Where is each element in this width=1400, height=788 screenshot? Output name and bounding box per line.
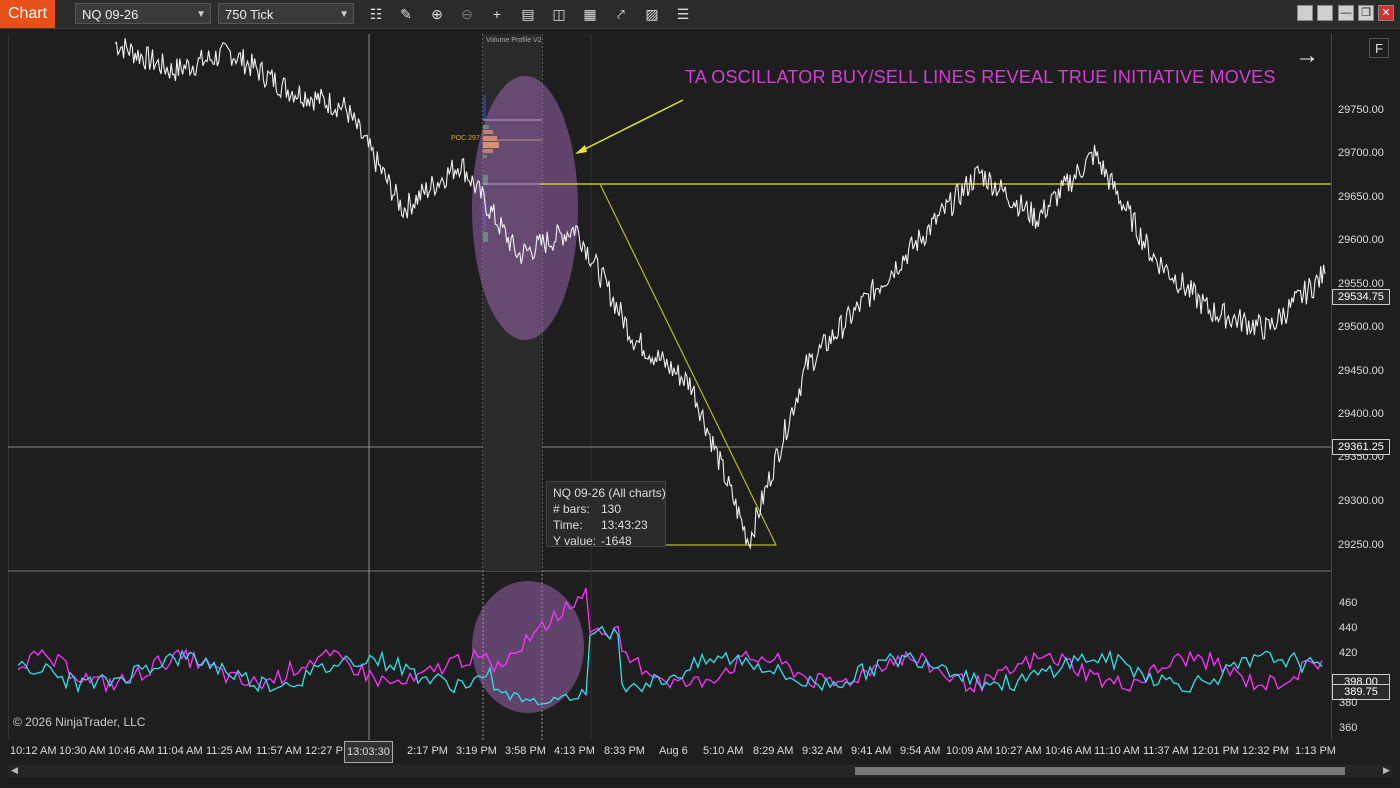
time-axis-label: 11:37 AM	[1143, 745, 1189, 757]
time-axis-label: 1:13 PM	[1295, 745, 1336, 757]
time-axis-label: 9:32 AM	[802, 745, 843, 757]
time-axis-label: 10:46 AM	[108, 745, 155, 757]
time-axis-label: 5:10 AM	[703, 745, 744, 757]
osc-axis-label: 440	[1339, 622, 1358, 634]
time-axis-label: 8:29 AM	[753, 745, 794, 757]
time-axis-label: 10:12 AM	[10, 745, 57, 757]
price-axis-label: 29600.00	[1338, 234, 1384, 246]
osc-axis-label: 360	[1339, 722, 1358, 734]
oscillator-sell-line	[17, 587, 1323, 694]
time-axis-label: 11:04 AM	[157, 745, 203, 757]
osc-axis-label: 380	[1339, 697, 1358, 709]
volume-profile-label: Volume Profile V2	[486, 37, 542, 44]
osc-axis-label: 460	[1339, 597, 1358, 609]
time-axis-label: 10:46 AM	[1045, 745, 1092, 757]
price-axis-label: 29700.00	[1338, 147, 1384, 159]
annotation-arrow	[578, 99, 684, 153]
data-tooltip: NQ 09-26 (All charts) # bars: 130 Time: 13…	[546, 481, 666, 548]
arrow-right-icon[interactable]: →	[1295, 42, 1319, 70]
tooltip-key: Time:	[553, 518, 583, 532]
price-axis-label: 29750.00	[1338, 104, 1384, 116]
tooltip-value: 13:43:23	[601, 518, 648, 532]
poc-label: POC 297	[451, 135, 480, 142]
time-axis-label: 3:58 PM	[505, 745, 546, 757]
oscillator-buy-line	[17, 625, 1323, 706]
scroll-right-icon[interactable]: ▶	[1383, 765, 1390, 776]
price-axis-label: 29450.00	[1338, 365, 1384, 377]
time-axis-label: 12:32 PM	[1242, 745, 1290, 757]
time-axis-label: 12:27 P	[305, 745, 343, 757]
tooltip-title: NQ 09-26 (All charts)	[553, 486, 666, 500]
time-axis-label: 10:09 AM	[946, 745, 993, 757]
time-axis-label: 4:13 PM	[554, 745, 595, 757]
time-axis-label: 9:54 AM	[900, 745, 941, 757]
scroll-left-icon[interactable]: ◀	[11, 765, 18, 776]
copyright-text: © 2026 NinjaTrader, LLC	[13, 715, 146, 729]
time-axis-label: 3:19 PM	[456, 745, 497, 757]
time-axis-label: 10:30 AM	[59, 745, 106, 757]
price-axis-label: 29250.00	[1338, 539, 1384, 551]
tooltip-value: 130	[601, 502, 622, 516]
highlight-ellipse	[472, 581, 584, 713]
tooltip-key: # bars:	[553, 502, 590, 516]
time-axis-label: 11:57 AM	[256, 745, 302, 757]
time-axis-label: Aug 6	[659, 745, 688, 757]
time-axis-label: 11:25 AM	[206, 745, 252, 757]
annotation-text: TA OSCILLATOR BUY/SELL LINES REVEAL TRUE…	[685, 67, 1276, 87]
price-axis-label: 29400.00	[1338, 408, 1384, 420]
price-axis-label: 29300.00	[1338, 495, 1384, 507]
time-axis-label: 10:27 AM	[995, 745, 1042, 757]
price-axis[interactable]	[1331, 34, 1400, 740]
time-axis-label: 8:33 PM	[604, 745, 645, 757]
crosshair-time-badge: 13:03:30	[344, 741, 393, 763]
chart-canvas[interactable]	[0, 0, 1400, 788]
time-axis-label: 9:41 AM	[851, 745, 892, 757]
scrollbar-thumb[interactable]	[855, 767, 1345, 775]
time-axis-label: 12:01 PM	[1192, 745, 1240, 757]
last-price-badge: 29534.75	[1332, 289, 1390, 305]
crosshair-price-badge: 29361.25	[1332, 439, 1390, 455]
time-axis-label: 2:17 PM	[407, 745, 448, 757]
arrow-head-icon	[575, 145, 587, 154]
time-axis-label: 11:10 AM	[1094, 745, 1140, 757]
price-axis-label: 29650.00	[1338, 191, 1384, 203]
highlight-ellipse	[472, 76, 578, 340]
tooltip-key: Y value:	[553, 534, 597, 548]
osc-axis-label: 420	[1339, 647, 1358, 659]
price-axis-label: 29500.00	[1338, 321, 1384, 333]
tooltip-value: -1648	[601, 534, 632, 548]
price-series	[114, 38, 1326, 550]
